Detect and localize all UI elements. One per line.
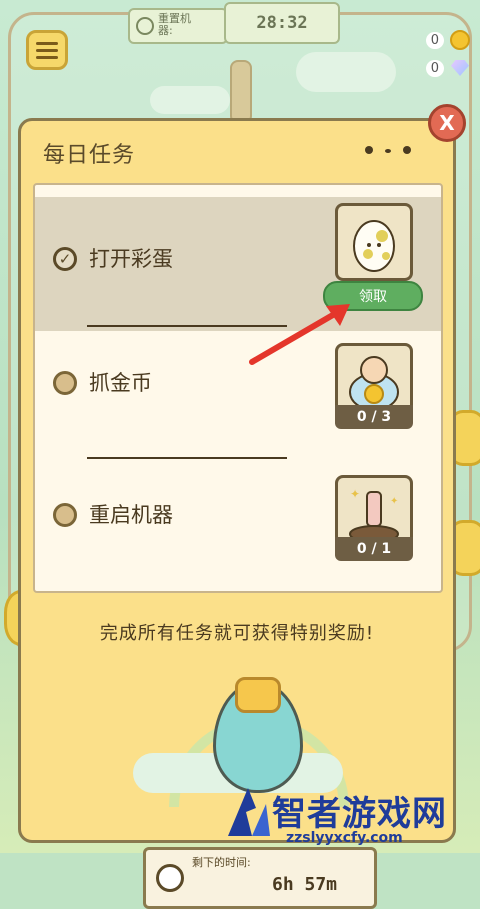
clock-icon — [156, 864, 184, 892]
remaining-time-value: 6h 57m — [272, 874, 338, 895]
gem-counter: 0 — [408, 56, 470, 80]
coin-icon — [450, 30, 470, 50]
cloud — [296, 52, 396, 92]
gem-count: 0 — [425, 59, 444, 77]
check-icon: ✓ — [53, 247, 77, 271]
reset-machine-panel: 重置机器: — [128, 8, 228, 44]
svg-text:✦: ✦ — [350, 487, 360, 501]
close-button[interactable]: X — [428, 104, 466, 142]
svg-text:✦: ✦ — [390, 496, 398, 507]
watermark-logo-icon — [228, 788, 270, 836]
claw-pole — [230, 60, 252, 124]
task-row-restart-machine: 重启机器 ✦ ✦ 0 / 1 — [35, 453, 441, 587]
watermark-text: 智者游戏网 — [272, 794, 447, 834]
diamond-icon — [450, 58, 470, 78]
progress-tag: 0 / 3 — [335, 405, 413, 429]
cloud — [150, 86, 230, 114]
task-list: ✓ 打开彩蛋 领取 抓金币 0 / 3 重启机器 ✦ ✦ 0 / 1 — [33, 183, 443, 593]
unchecked-circle-icon — [53, 503, 77, 527]
task-label: 重启机器 — [89, 503, 173, 527]
reward-egg-icon — [335, 203, 413, 281]
pointer-arrow-icon — [249, 304, 350, 365]
daily-tasks-dialog: 每日任务 ✓ 打开彩蛋 领取 抓金币 0 / 3 重启机器 ✦ ✦ 0 / 1 … — [18, 118, 456, 909]
task-row-open-egg: ✓ 打开彩蛋 领取 — [35, 197, 441, 331]
coin-count: 0 — [425, 31, 444, 49]
reward-hint-text: 完成所有任务就可获得特别奖励! — [99, 623, 375, 644]
remaining-time-panel: 剩下的时间: 6h 57m — [143, 847, 377, 909]
reset-machine-label: 重置机器: — [158, 12, 191, 37]
task-label: 抓金币 — [89, 371, 152, 395]
gift-bow-icon — [235, 677, 281, 713]
unchecked-circle-icon — [53, 371, 77, 395]
reset-timer: 28:32 — [224, 2, 340, 44]
task-row-grab-coins: 抓金币 0 / 3 — [35, 321, 441, 455]
dialog-title: 每日任务 — [43, 143, 136, 168]
reset-timer-icon — [136, 17, 154, 35]
task-label: 打开彩蛋 — [89, 247, 173, 271]
progress-tag: 0 / 1 — [335, 537, 413, 561]
watermark-url: zzslyyxcfy.com — [286, 830, 403, 846]
coin-counter: 0 — [408, 28, 470, 52]
menu-button[interactable] — [26, 30, 68, 70]
remaining-time-label: 剩下的时间: — [192, 856, 251, 869]
face-decoration-icon — [361, 143, 417, 157]
